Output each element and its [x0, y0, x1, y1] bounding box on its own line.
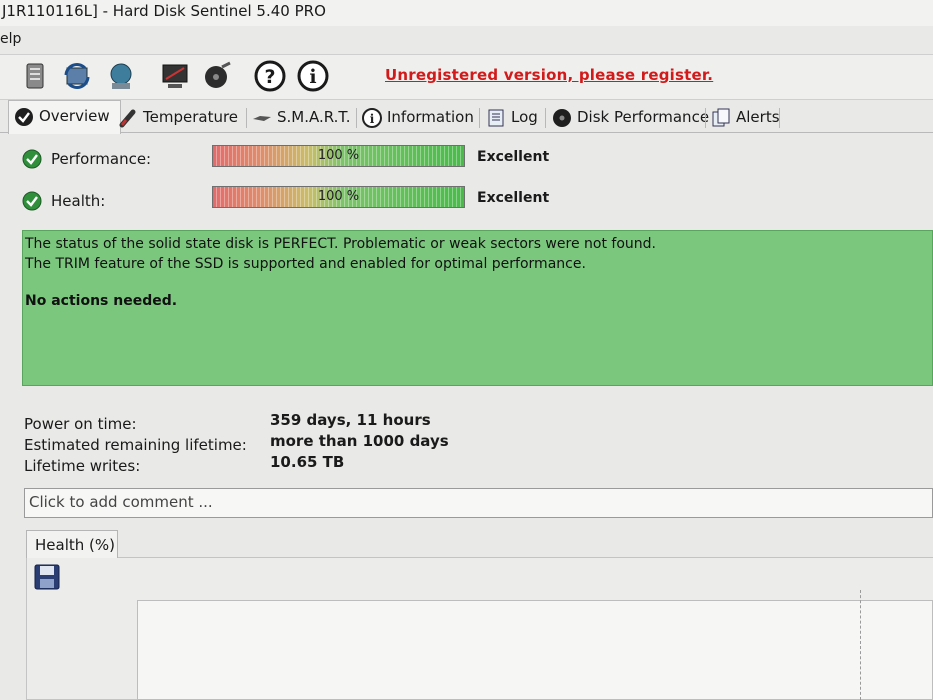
writes-value: 10.65 TB [270, 453, 345, 471]
tab-disk-performance[interactable]: Disk Performance [552, 102, 709, 132]
tab-separator [479, 108, 480, 128]
health-label: Health: [51, 192, 106, 210]
network-icon[interactable] [104, 59, 138, 93]
save-icon[interactable] [33, 564, 61, 590]
health-value: 100 % [317, 189, 360, 204]
power-on-value: 359 days, 11 hours [270, 411, 431, 429]
tab-smart[interactable]: S.M.A.R.T. [252, 102, 351, 132]
window-title: J1R110116L] - Hard Disk Sentinel 5.40 PR… [0, 0, 933, 26]
health-ok-icon [22, 191, 42, 211]
monitor-icon[interactable] [158, 59, 192, 93]
disk-test-icon[interactable] [200, 59, 234, 93]
lifetime-value: more than 1000 days [270, 432, 449, 450]
tab-separator [705, 108, 706, 128]
tab-bar: Overview Temperature S.M.A.R.T. i Informa… [0, 100, 933, 134]
thermometer-icon [118, 108, 138, 128]
performance-bar: 100 % [212, 145, 465, 167]
chart-gridline [860, 590, 861, 700]
info-icon[interactable]: i [296, 59, 330, 93]
log-icon [486, 108, 506, 128]
tab-temperature[interactable]: Temperature [118, 102, 238, 132]
svg-text:i: i [370, 112, 375, 126]
health-bar: 100 % [212, 186, 465, 208]
performance-rating: Excellent [477, 149, 550, 165]
writes-label: Lifetime writes: [24, 457, 141, 475]
tab-separator [545, 108, 546, 128]
svg-text:?: ? [264, 66, 275, 88]
smart-icon [252, 108, 272, 128]
menu-help[interactable]: elp [0, 28, 933, 52]
refresh-icon[interactable] [60, 59, 94, 93]
tab-separator [246, 108, 247, 128]
health-rating: Excellent [477, 190, 550, 206]
trim-message-line: The TRIM feature of the SSD is supported… [25, 256, 586, 272]
svg-text:i: i [309, 66, 316, 88]
status-message-box: The status of the solid state disk is PE… [22, 230, 933, 386]
performance-icon [552, 108, 572, 128]
performance-label: Performance: [51, 150, 152, 168]
help-icon[interactable]: ? [253, 59, 287, 93]
tab-label: Disk Performance [577, 108, 710, 126]
performance-value: 100 % [317, 148, 360, 163]
tab-health-percent[interactable]: Health (%) [26, 530, 118, 558]
tab-alerts[interactable]: Alerts [711, 102, 780, 132]
tab-separator [356, 108, 357, 128]
lifetime-label: Estimated remaining lifetime: [24, 436, 247, 454]
tab-label: Information [387, 108, 474, 126]
status-message-line: The status of the solid state disk is PE… [25, 236, 656, 252]
tab-overview[interactable]: Overview [8, 100, 121, 134]
health-chart-area [137, 600, 933, 700]
info-icon: i [362, 107, 382, 128]
tab-log[interactable]: Log [486, 102, 538, 132]
disk-report-icon[interactable] [18, 59, 52, 93]
check-circle-icon [14, 107, 34, 127]
tab-label: Overview [39, 107, 110, 125]
power-on-label: Power on time: [24, 415, 137, 433]
tab-information[interactable]: i Information [362, 102, 474, 132]
comment-field[interactable]: Click to add comment ... [24, 488, 933, 518]
tab-separator [779, 108, 780, 128]
performance-ok-icon [22, 149, 42, 169]
tab-label: Alerts [736, 108, 780, 126]
tab-label: S.M.A.R.T. [277, 108, 351, 126]
tab-label: Temperature [143, 108, 239, 126]
action-message: No actions needed. [25, 293, 178, 309]
register-link[interactable]: Unregistered version, please register. [385, 66, 713, 84]
tab-label: Log [511, 108, 538, 126]
alerts-icon [711, 108, 731, 128]
